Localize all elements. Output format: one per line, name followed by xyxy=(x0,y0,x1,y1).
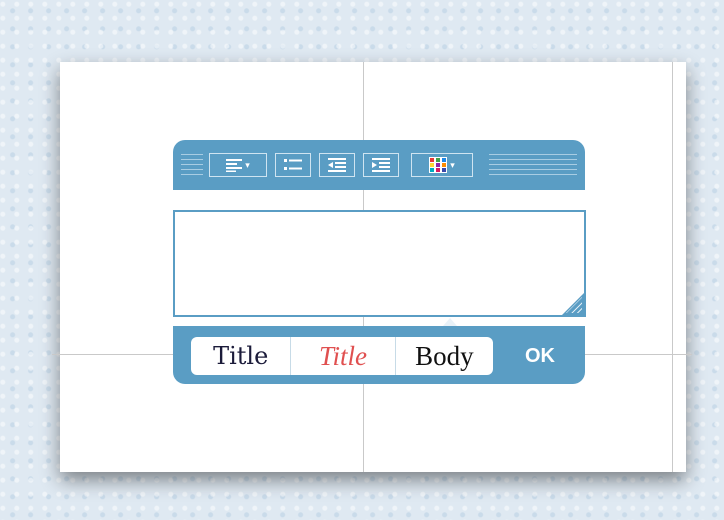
format-toolbar: ▾ ▾ xyxy=(173,140,585,190)
style-title-red-button[interactable]: Title xyxy=(291,337,396,375)
style-title-dark-button[interactable]: Title xyxy=(191,337,292,375)
outdent-button[interactable] xyxy=(319,153,355,177)
toolbar-grip-right xyxy=(489,154,577,178)
align-dropdown-button[interactable]: ▾ xyxy=(209,153,267,177)
indent-icon xyxy=(372,158,390,172)
indent-button[interactable] xyxy=(363,153,399,177)
style-body-button[interactable]: Body xyxy=(396,337,493,375)
selected-style-indicator xyxy=(443,318,457,326)
text-editor-input[interactable] xyxy=(175,212,584,315)
text-editor xyxy=(173,210,586,317)
guide-line-vertical-right xyxy=(672,62,673,472)
color-dropdown-button[interactable]: ▾ xyxy=(411,153,473,177)
chevron-down-icon: ▾ xyxy=(245,159,250,170)
toolbar-grip-left xyxy=(181,154,203,178)
document-canvas: ▾ ▾ Title Title Body OK xyxy=(52,62,692,472)
color-grid-icon xyxy=(429,157,448,173)
outdent-icon xyxy=(328,158,346,172)
style-bar: Title Title Body OK xyxy=(173,318,585,384)
align-left-icon xyxy=(226,159,243,172)
chevron-down-icon: ▾ xyxy=(450,159,455,170)
bullet-list-button[interactable] xyxy=(275,153,311,177)
ok-button[interactable]: OK xyxy=(509,339,571,373)
style-presets: Title Title Body xyxy=(191,337,493,375)
bullet-list-icon xyxy=(284,159,302,170)
